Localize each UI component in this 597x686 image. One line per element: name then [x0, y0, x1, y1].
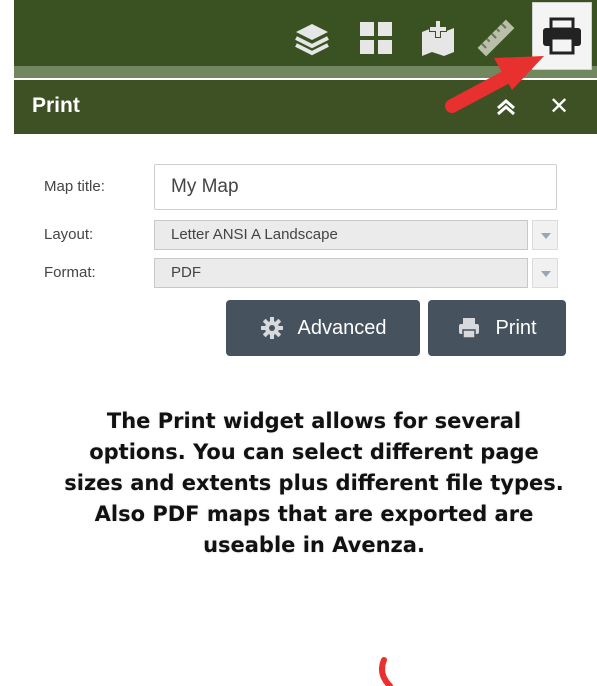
annotation-arrow-icon [379, 56, 544, 686]
